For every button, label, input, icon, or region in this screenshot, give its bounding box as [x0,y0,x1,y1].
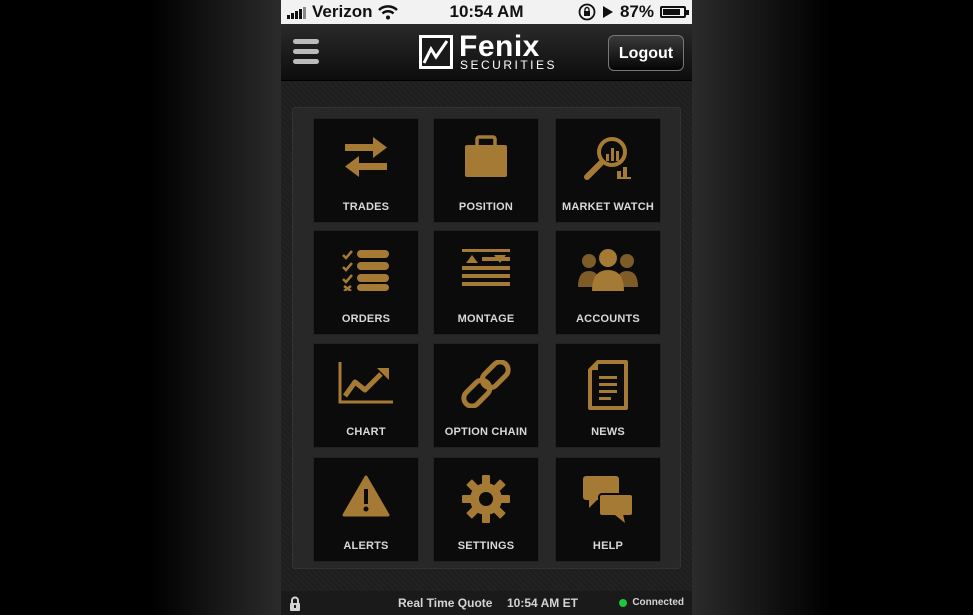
hamburger-menu-icon[interactable] [293,39,319,67]
status-bar: Verizon 10:54 AM 87% [281,0,692,25]
chain-link-icon [461,360,511,408]
gear-icon [462,475,510,523]
trades-arrows-icon [345,137,387,177]
tile-trades[interactable]: TRADES [314,119,418,222]
tile-market-watch[interactable]: MARKET WATCH [556,119,660,222]
line-chart-icon [338,362,393,404]
magnifier-chart-icon [584,137,631,180]
tile-orders[interactable]: ORDERS [314,231,418,334]
document-icon [588,360,628,410]
chat-bubbles-icon [583,476,634,523]
quote-time: 10:54 AM ET [507,596,578,610]
logo-subtitle: SECURITIES [460,58,558,72]
main-content: TRADES POSITION MARKET WATCH ORDERS MONT… [281,81,692,591]
tile-alerts[interactable]: ALERTS [314,458,418,561]
tile-help[interactable]: HELP [556,458,660,561]
nav-bar: Fenix SECURITIES Logout [281,24,692,81]
phone-screen: Verizon 10:54 AM 87% Fenix SECURITIES Lo… [281,0,692,615]
play-icon [602,6,613,18]
rotation-lock-icon [578,3,596,21]
tile-montage[interactable]: MONTAGE [434,231,538,334]
tile-accounts[interactable]: ACCOUNTS [556,231,660,334]
tile-position[interactable]: POSITION [434,119,538,222]
real-time-quote-label: Real Time Quote [398,596,493,610]
checklist-icon [342,250,389,291]
menu-grid: TRADES POSITION MARKET WATCH ORDERS MONT… [292,107,681,569]
briefcase-icon [465,135,507,177]
people-icon [578,249,638,291]
montage-icon [462,249,510,286]
connection-status: Connected [619,597,684,608]
lock-icon [290,596,300,611]
warning-icon [342,475,390,517]
battery-icon [660,6,689,18]
battery-percent: 87% [619,2,654,21]
logout-button[interactable]: Logout [608,35,684,71]
tile-option-chain[interactable]: OPTION CHAIN [434,344,538,447]
tile-settings[interactable]: SETTINGS [434,458,538,561]
bottom-status-bar: Real Time Quote 10:54 AM ET Connected [281,591,692,615]
tile-chart[interactable]: CHART [314,344,418,447]
connected-dot-icon [619,598,628,607]
tile-news[interactable]: NEWS [556,344,660,447]
connection-label: Connected [632,597,684,608]
logo-mark-icon [419,35,453,69]
